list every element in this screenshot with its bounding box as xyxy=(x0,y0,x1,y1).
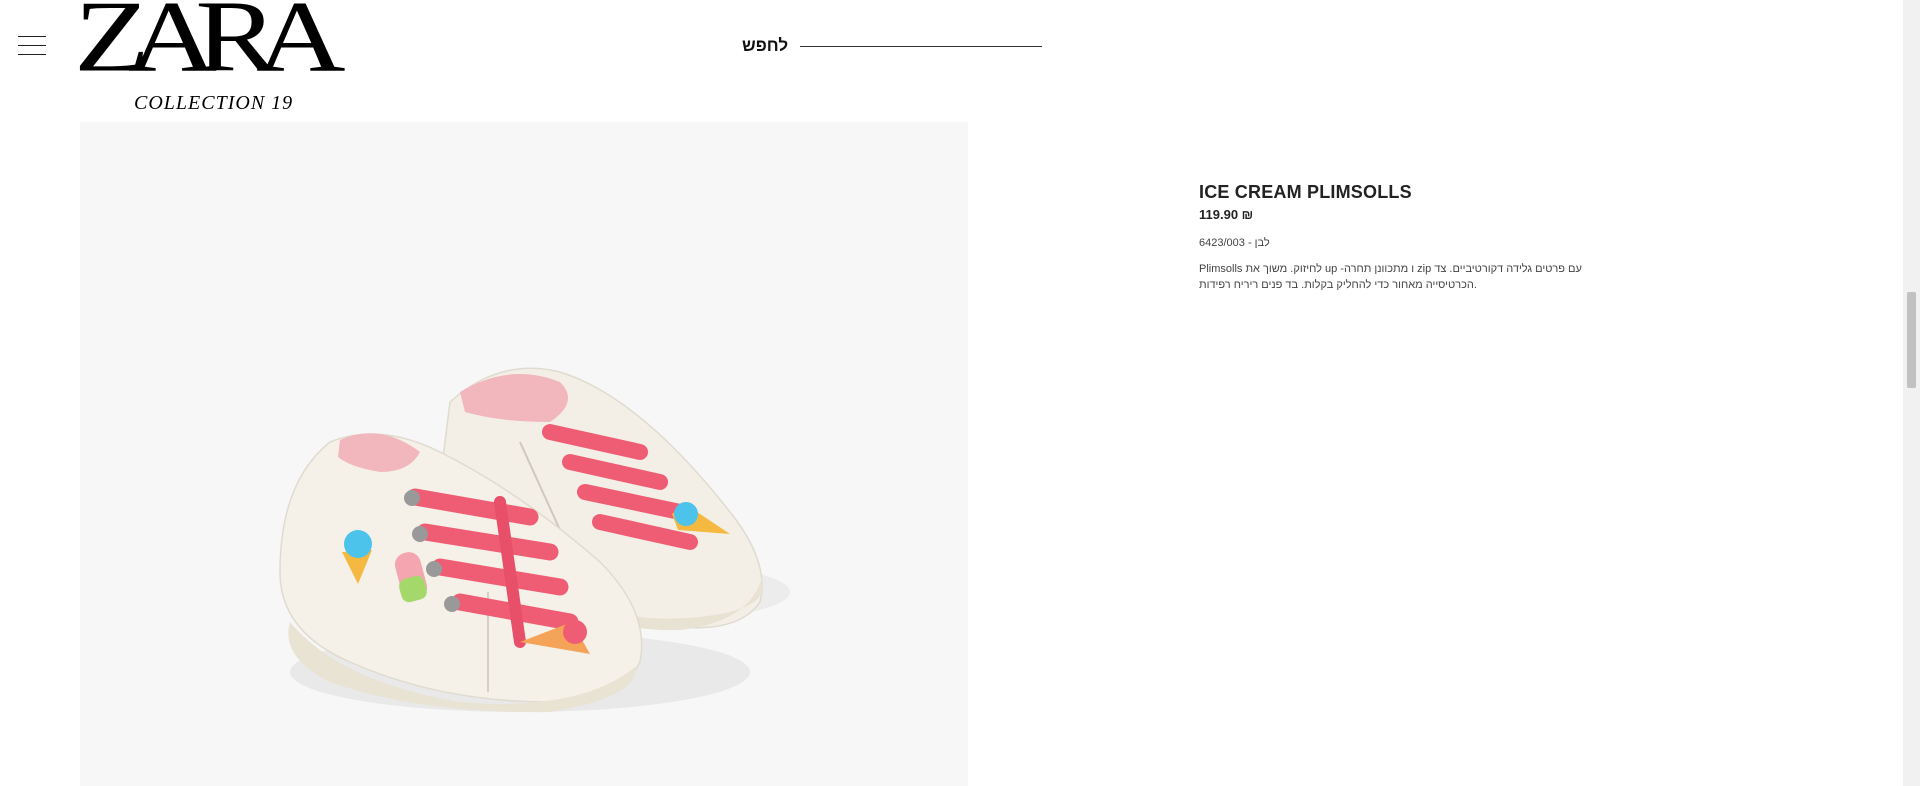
product-color-reference: לבן - 6423/003 xyxy=(1199,237,1270,249)
product-description-line1: Plimsolls לחיזוק. משוך את up -ו מתכוונן … xyxy=(1199,263,1582,275)
product-description: Plimsolls לחיזוק. משוך את up -ו מתכוונן … xyxy=(1199,261,1629,293)
product-image[interactable] xyxy=(80,122,968,786)
shoes-illustration xyxy=(279,367,790,713)
product-description-line2: הכרטיסייה מאחור כדי להחליק בקלות. בד פני… xyxy=(1199,279,1477,291)
logo-wordmark: ZARA xyxy=(74,0,346,93)
menu-button[interactable] xyxy=(18,36,46,56)
search-label: לחפש xyxy=(742,36,789,55)
search-underline xyxy=(800,46,1042,47)
product-name: ICE CREAM PLIMSOLLS xyxy=(1199,182,1412,202)
logo-collection-subtitle: COLLECTION 19 xyxy=(134,92,294,114)
scrollbar-thumb[interactable] xyxy=(1907,292,1916,388)
hamburger-menu-icon xyxy=(18,36,46,37)
zara-logo[interactable]: ZARA COLLECTION 19 xyxy=(74,0,346,116)
search-field[interactable]: לחפש xyxy=(742,36,1042,58)
page-scrollbar[interactable] xyxy=(1903,0,1920,786)
product-price: 119.90 ₪ xyxy=(1199,207,1254,222)
product-info: ICE CREAM PLIMSOLLS 119.90 ₪ לבן - 6423/… xyxy=(1199,182,1629,293)
